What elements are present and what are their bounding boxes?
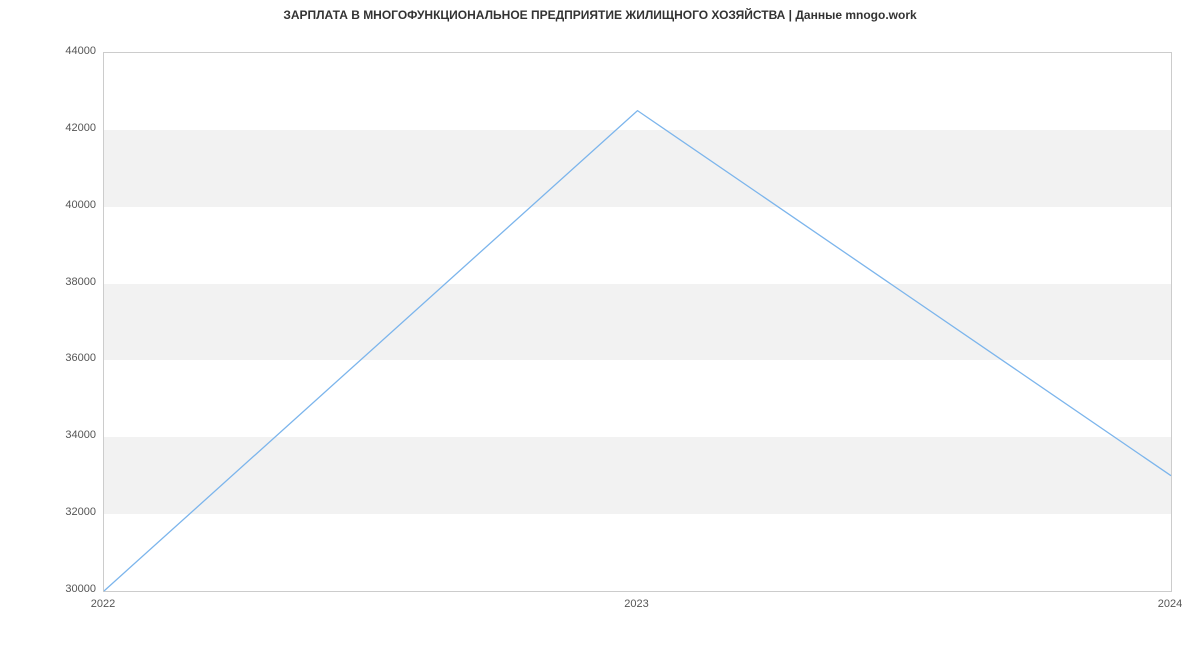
y-tick-label: 36000 (46, 352, 96, 364)
y-tick-label: 34000 (46, 429, 96, 441)
x-tick-label: 2024 (1158, 598, 1182, 610)
x-tick-label: 2022 (91, 598, 115, 610)
y-tick-label: 38000 (46, 276, 96, 288)
plot-area (103, 52, 1172, 592)
y-tick-label: 42000 (46, 122, 96, 134)
chart-title: ЗАРПЛАТА В МНОГОФУНКЦИОНАЛЬНОЕ ПРЕДПРИЯТ… (0, 8, 1200, 22)
chart-container: ЗАРПЛАТА В МНОГОФУНКЦИОНАЛЬНОЕ ПРЕДПРИЯТ… (0, 0, 1200, 650)
x-tick-label: 2023 (624, 598, 648, 610)
y-tick-label: 40000 (46, 199, 96, 211)
y-tick-label: 32000 (46, 506, 96, 518)
y-tick-label: 44000 (46, 45, 96, 57)
data-line (104, 53, 1171, 591)
y-tick-label: 30000 (46, 583, 96, 595)
